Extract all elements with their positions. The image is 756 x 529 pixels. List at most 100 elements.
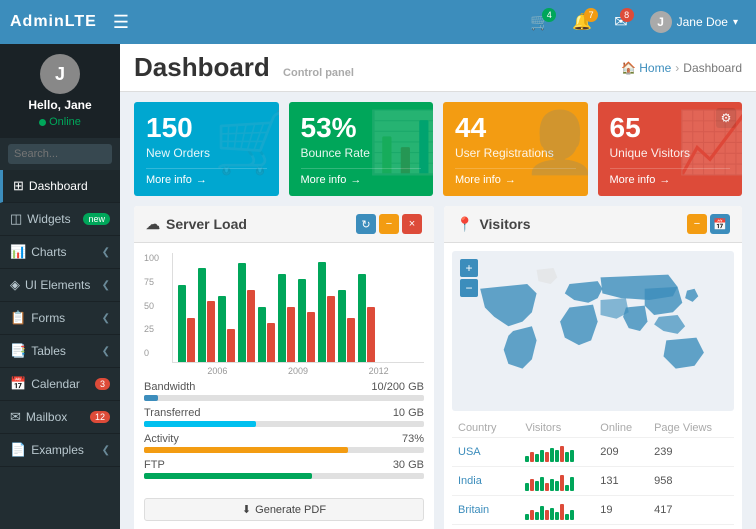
country-online: 19 — [594, 496, 648, 525]
content-wrapper: Dashboard Control panel 🏠 Home › Dashboa… — [120, 44, 756, 529]
mini-bar — [565, 485, 569, 491]
content-header: Dashboard Control panel 🏠 Home › Dashboa… — [120, 44, 756, 92]
stat-box-orders: 150 New Orders 🛒 More info → — [134, 102, 279, 196]
bar-group-10 — [358, 274, 375, 362]
bar-chart — [172, 253, 424, 363]
col-online: Online — [594, 419, 648, 438]
cart-nav-icon[interactable]: 🛒4 — [522, 8, 558, 36]
search-input[interactable] — [8, 144, 112, 164]
navbar: AdminLTE ☰ 🛒4 🔔7 ✉8 J Jane Doe ▾ — [0, 0, 756, 44]
country-pageviews: 239 — [648, 438, 734, 467]
stat-orders-icon: 🛒 — [214, 107, 279, 178]
sidebar-item-forms[interactable]: 📋Forms ❮ — [0, 302, 120, 335]
sidebar-item-widgets[interactable]: ◫Widgets new — [0, 203, 120, 236]
sidebar-username: Hello, Jane — [28, 98, 91, 112]
examples-chevron: ❮ — [102, 445, 110, 456]
mini-bar — [555, 512, 559, 520]
sidebar-item-ui-elements[interactable]: ◈UI Elements ❮ — [0, 269, 120, 302]
ui-chevron: ❮ — [102, 280, 110, 291]
visitors-calendar-btn[interactable]: 📅 — [710, 214, 730, 234]
sidebar-item-calendar[interactable]: 📅Calendar 3 — [0, 368, 120, 401]
bar-group-7 — [298, 279, 315, 362]
location-icon: 📍 — [456, 216, 473, 233]
server-load-close-btn[interactable]: × — [402, 214, 422, 234]
mini-bar — [535, 512, 539, 520]
sidebar-item-mailbox[interactable]: ✉Mailbox 12 — [0, 401, 120, 434]
cloud-icon: ☁ — [146, 216, 160, 233]
sidebar-item-dashboard[interactable]: ⊞Dashboard — [0, 170, 120, 203]
bar-green — [198, 268, 206, 362]
sidebar-item-tables[interactable]: 📑Tables ❮ — [0, 335, 120, 368]
map-zoom-in[interactable]: + — [460, 259, 478, 277]
user-menu[interactable]: J Jane Doe ▾ — [642, 11, 746, 33]
table-row: USA 209 239 — [452, 438, 734, 467]
sidebar-user: J Hello, Jane Online — [0, 44, 120, 138]
server-load-minimize-btn[interactable]: − — [379, 214, 399, 234]
calendar-icon: 📅 — [10, 376, 26, 392]
bar-group-2 — [198, 268, 215, 362]
mini-bar — [560, 504, 564, 520]
stat-visitors-icon: 📈 — [677, 107, 742, 178]
widgets-badge: new — [83, 213, 110, 225]
country-pageviews: 958 — [648, 467, 734, 496]
sidebar-avatar: J — [40, 54, 80, 94]
activity-row: Activity73% — [144, 433, 424, 453]
bar-group-3 — [218, 296, 235, 362]
forms-icon: 📋 — [10, 310, 26, 326]
x-axis-labels: 2006 2009 2012 — [172, 363, 424, 376]
transferred-bar — [144, 421, 256, 427]
bar-group-1 — [178, 285, 195, 362]
mini-bar — [540, 477, 544, 491]
country-visitors — [519, 467, 594, 496]
mini-bar — [530, 479, 534, 491]
country-name: Brazil — [452, 525, 519, 529]
map-zoom-out[interactable]: − — [460, 279, 478, 297]
bar-group-4 — [238, 263, 255, 362]
bar-red — [307, 312, 315, 362]
page-subtitle: Control panel — [283, 67, 354, 79]
table-row: Brazil 109 476 — [452, 525, 734, 529]
mailbox-badge: 12 — [90, 411, 110, 423]
table-row: Britain 19 417 — [452, 496, 734, 525]
sidebar-menu: ⊞Dashboard ◫Widgets new 📊Charts ❮ ◈UI El… — [0, 170, 120, 467]
bar-group-9 — [338, 290, 355, 362]
mini-bar — [525, 456, 529, 462]
navbar-toggle[interactable]: ☰ — [105, 12, 137, 33]
page-title: Dashboard Control panel — [134, 52, 354, 83]
mini-bar — [525, 483, 529, 491]
server-load-refresh-btn[interactable]: ↻ — [356, 214, 376, 234]
avatar: J — [650, 11, 672, 33]
envelope-nav-icon[interactable]: ✉8 — [606, 8, 635, 36]
bell-nav-icon[interactable]: 🔔7 — [564, 8, 600, 36]
country-name: India — [452, 467, 519, 496]
charts-chevron: ❮ — [102, 247, 110, 258]
tables-icon: 📑 — [10, 343, 26, 359]
stat-box-visitors: ⚙ 65 Unique Visitors 📈 More info → — [598, 102, 743, 196]
sidebar-item-examples[interactable]: 📄Examples ❮ — [0, 434, 120, 467]
bar-red — [267, 323, 275, 362]
pdf-icon: ⬇ — [242, 503, 251, 516]
generate-pdf-button[interactable]: ⬇ Generate PDF — [144, 498, 424, 521]
page-title-area: Dashboard Control panel — [134, 52, 354, 83]
donut-row: 80 CPU 50 — [144, 521, 424, 529]
visitors-body: + − — [444, 243, 742, 529]
map-controls: + − — [460, 259, 478, 297]
country-name: USA — [452, 438, 519, 467]
dashboard-icon: ⊞ — [13, 178, 24, 194]
widgets-icon: ◫ — [10, 211, 22, 227]
server-load-widget: ☁ Server Load ↻ − × 100 75 — [134, 206, 434, 529]
bar-red — [367, 307, 375, 362]
world-map: + − — [452, 251, 734, 411]
cart-badge: 4 — [542, 8, 556, 22]
mini-bar — [570, 510, 574, 520]
ftp-bar — [144, 473, 312, 479]
breadcrumb-home[interactable]: 🏠 Home — [621, 61, 671, 75]
examples-icon: 📄 — [10, 442, 26, 458]
visitors-widget: 📍 Visitors − 📅 + − — [444, 206, 742, 529]
visitors-minimize-btn[interactable]: − — [687, 214, 707, 234]
bar-green — [218, 296, 226, 362]
bar-group-5 — [258, 307, 275, 362]
sidebar-item-charts[interactable]: 📊Charts ❮ — [0, 236, 120, 269]
table-row: India 131 958 — [452, 467, 734, 496]
transferred-row: Transferred10 GB — [144, 407, 424, 427]
